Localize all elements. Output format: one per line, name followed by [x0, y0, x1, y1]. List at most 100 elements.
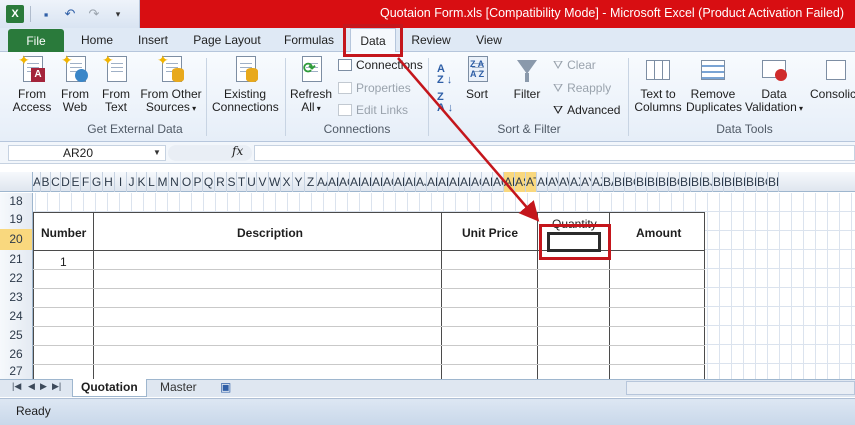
- header-number[interactable]: Number: [41, 226, 86, 240]
- from-access-button[interactable]: ✦ A From Access: [10, 53, 54, 114]
- from-web-button[interactable]: ✦ From Web: [57, 53, 93, 114]
- column-header[interactable]: U: [247, 172, 257, 192]
- column-header[interactable]: AI: [405, 172, 416, 192]
- column-header[interactable]: P: [193, 172, 203, 192]
- column-header[interactable]: V: [257, 172, 269, 192]
- column-header[interactable]: Z: [305, 172, 317, 192]
- row-header[interactable]: 27: [0, 364, 32, 379]
- column-header[interactable]: AF: [372, 172, 383, 192]
- excel-logo-icon[interactable]: X: [6, 5, 24, 23]
- tab-formulas[interactable]: Formulas: [278, 28, 340, 52]
- column-header[interactable]: AP: [482, 172, 493, 192]
- sort-button[interactable]: Z AA Z Sort: [458, 56, 496, 101]
- column-header[interactable]: BO: [757, 172, 768, 192]
- column-header[interactable]: BJ: [702, 172, 713, 192]
- undo-icon[interactable]: ↶: [61, 5, 79, 23]
- column-header[interactable]: H: [103, 172, 115, 192]
- consolidate-button[interactable]: Consolic: [810, 56, 855, 101]
- column-header[interactable]: AY: [581, 172, 592, 192]
- tab-insert[interactable]: Insert: [130, 28, 176, 52]
- row-header[interactable]: 21: [0, 250, 32, 269]
- row-header[interactable]: 22: [0, 269, 32, 288]
- advanced-button[interactable]: ⛛ Advanced: [553, 103, 620, 118]
- row-header[interactable]: 19: [0, 210, 32, 229]
- customize-qat-icon[interactable]: ▾: [109, 5, 127, 23]
- column-header[interactable]: L: [147, 172, 157, 192]
- prev-sheet-icon[interactable]: ◀: [28, 381, 35, 392]
- column-header[interactable]: BG: [669, 172, 680, 192]
- from-text-button[interactable]: ✦ From Text: [98, 53, 134, 114]
- next-sheet-icon[interactable]: ▶: [40, 381, 47, 392]
- refresh-all-button[interactable]: ⟳ Refresh All ▾: [288, 56, 334, 115]
- column-header[interactable]: R: [215, 172, 227, 192]
- column-header[interactable]: AN: [460, 172, 471, 192]
- column-header[interactable]: O: [181, 172, 193, 192]
- column-header[interactable]: AX: [570, 172, 581, 192]
- filter-button[interactable]: Filter: [508, 56, 546, 101]
- horizontal-scrollbar[interactable]: [626, 381, 855, 395]
- column-header[interactable]: AG: [383, 172, 394, 192]
- edit-links-button[interactable]: Edit Links: [338, 103, 408, 117]
- sort-ascending-icon[interactable]: AZ ↓: [437, 64, 452, 86]
- column-header[interactable]: A: [33, 172, 41, 192]
- column-header[interactable]: BE: [647, 172, 658, 192]
- column-header[interactable]: BL: [724, 172, 735, 192]
- name-box[interactable]: AR20: [8, 145, 166, 161]
- column-header[interactable]: BH: [680, 172, 691, 192]
- text-to-columns-button[interactable]: Text to Columns: [634, 56, 682, 114]
- column-header[interactable]: I: [115, 172, 127, 192]
- column-header[interactable]: AL: [438, 172, 449, 192]
- column-header[interactable]: AE: [361, 172, 372, 192]
- column-header[interactable]: AZ: [592, 172, 603, 192]
- item-number-cell[interactable]: 1: [60, 255, 67, 269]
- column-header[interactable]: S: [227, 172, 237, 192]
- clear-button[interactable]: ⛛ Clear: [553, 58, 596, 73]
- column-header[interactable]: BA: [603, 172, 614, 192]
- select-all-corner[interactable]: [0, 172, 33, 192]
- column-header[interactable]: BC: [625, 172, 636, 192]
- row-header[interactable]: 18: [0, 193, 32, 210]
- column-header[interactable]: C: [51, 172, 61, 192]
- column-header[interactable]: BD: [636, 172, 647, 192]
- remove-duplicates-button[interactable]: Remove Duplicates: [686, 56, 742, 114]
- column-header[interactable]: D: [61, 172, 71, 192]
- column-header[interactable]: AH: [394, 172, 405, 192]
- column-header[interactable]: AT: [526, 172, 537, 192]
- sort-descending-icon[interactable]: ZA ↓: [437, 92, 453, 114]
- column-header[interactable]: AW: [559, 172, 570, 192]
- tab-home[interactable]: Home: [74, 28, 120, 52]
- column-header[interactable]: W: [269, 172, 281, 192]
- row-header[interactable]: 25: [0, 326, 32, 345]
- column-header[interactable]: AM: [449, 172, 460, 192]
- column-header[interactable]: BB: [614, 172, 625, 192]
- redo-icon[interactable]: ↷: [85, 5, 103, 23]
- column-header[interactable]: AS: [515, 172, 526, 192]
- first-sheet-icon[interactable]: |◀: [12, 381, 21, 392]
- insert-sheet-icon[interactable]: ▣: [212, 379, 239, 397]
- save-icon[interactable]: ▪: [37, 5, 55, 23]
- tab-page-layout[interactable]: Page Layout: [188, 28, 266, 52]
- column-header[interactable]: AB: [328, 172, 339, 192]
- column-header[interactable]: BN: [746, 172, 757, 192]
- last-sheet-icon[interactable]: ▶|: [52, 381, 61, 392]
- column-header[interactable]: T: [237, 172, 247, 192]
- column-header[interactable]: BF: [658, 172, 669, 192]
- from-other-sources-button[interactable]: ✦ From Other Sources ▾: [138, 53, 204, 115]
- column-header[interactable]: BI: [691, 172, 702, 192]
- row-header[interactable]: 20: [0, 229, 32, 250]
- connections-button[interactable]: Connections: [338, 58, 423, 72]
- tab-review[interactable]: Review: [406, 28, 456, 52]
- column-header[interactable]: G: [91, 172, 103, 192]
- properties-button[interactable]: Properties: [338, 81, 411, 95]
- column-header[interactable]: AV: [548, 172, 559, 192]
- column-header[interactable]: AR: [504, 172, 515, 192]
- data-validation-button[interactable]: Data Validation ▾: [744, 56, 804, 115]
- column-header[interactable]: E: [71, 172, 81, 192]
- column-header[interactable]: AQ: [493, 172, 504, 192]
- sheet-tab-master[interactable]: Master: [152, 379, 205, 397]
- chevron-down-icon[interactable]: ▼: [153, 148, 161, 157]
- column-header[interactable]: K: [137, 172, 147, 192]
- tab-view[interactable]: View: [466, 28, 512, 52]
- column-header[interactable]: AK: [427, 172, 438, 192]
- column-header[interactable]: B: [41, 172, 51, 192]
